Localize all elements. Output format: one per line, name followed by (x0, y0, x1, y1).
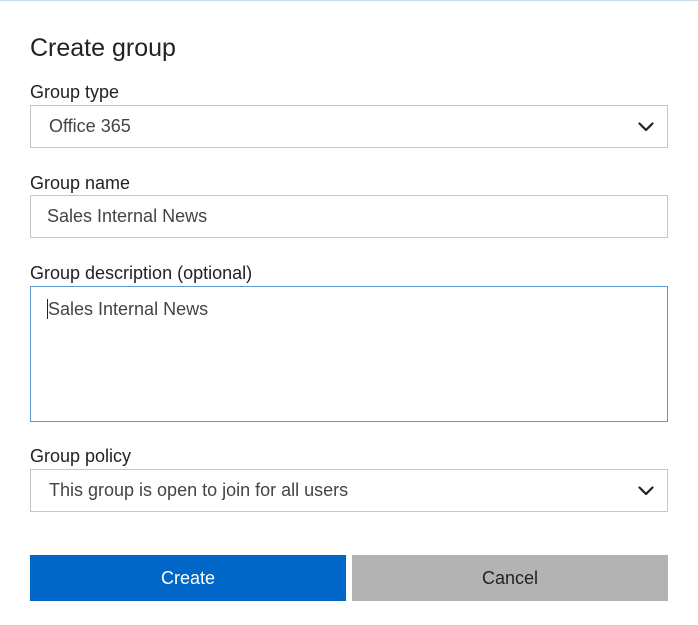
group-description-textarea[interactable]: Sales Internal News (30, 286, 668, 422)
group-name-label: Group name (30, 173, 131, 193)
group-name-value: Sales Internal News (47, 206, 208, 226)
chevron-down-icon[interactable] (625, 470, 667, 511)
chevron-down-icon[interactable] (625, 106, 667, 147)
group-policy-value: This group is open to join for all users (49, 480, 349, 500)
create-button[interactable]: Create (30, 555, 346, 601)
group-type-select[interactable]: Office 365 (30, 105, 668, 148)
cancel-button[interactable]: Cancel (352, 555, 668, 601)
top-divider (0, 0, 698, 1)
group-description-value: Sales Internal News (48, 299, 209, 319)
dialog-title: Create group (30, 34, 176, 62)
group-type-value: Office 365 (49, 116, 131, 136)
group-type-label: Group type (30, 82, 120, 102)
group-description-label: Group description (optional) (30, 263, 253, 283)
group-policy-select[interactable]: This group is open to join for all users (30, 469, 668, 512)
group-name-input[interactable]: Sales Internal News (30, 195, 668, 238)
text-caret (47, 299, 48, 320)
group-policy-label: Group policy (30, 446, 132, 466)
